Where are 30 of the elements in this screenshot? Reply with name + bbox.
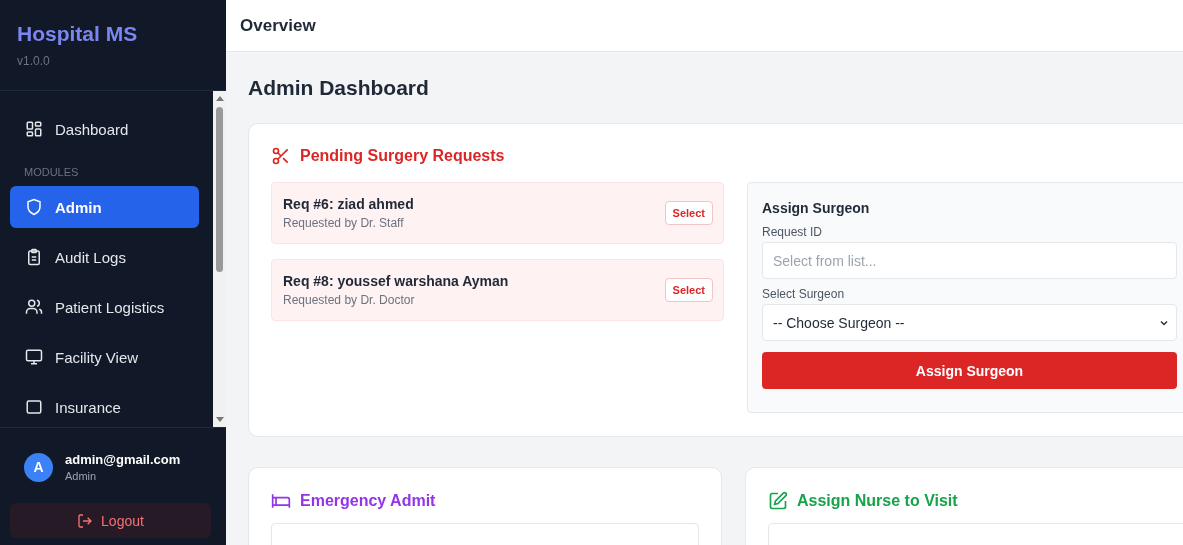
logout-button[interactable]: Logout [10,503,211,538]
assign-surgeon-button[interactable]: Assign Surgeon [762,352,1177,389]
request-subtitle: Requested by Dr. Staff [283,216,405,230]
request-id-field[interactable]: Select from list... [762,242,1177,279]
select-button[interactable]: Select [664,278,713,302]
version-label: v1.0.0 [17,54,51,68]
select-button[interactable]: Select [664,201,713,225]
user-email: admin@gmail.com [65,452,181,467]
card-title: Pending Surgery Requests [300,147,505,165]
page-title: Admin Dashboard [248,76,430,101]
user-role: Admin [65,470,98,482]
app-title: Hospital MS [17,22,139,46]
field-label: Request ID [762,225,824,239]
section-label: MODULES [23,165,80,178]
nav-item[interactable]: Patient Logistics [10,286,199,328]
request-subtitle: Requested by Dr. Doctor [283,293,416,307]
card-title: Emergency Admit [300,492,436,510]
card-title: Assign Nurse to Visit [797,492,958,510]
nav-item[interactable]: Facility View [10,336,199,378]
panel-title: Assign Surgeon [762,200,871,216]
nav-item[interactable]: Dashboard [10,108,199,150]
nav-item[interactable]: Audit Logs [10,236,199,278]
request-title: Req #8: youssef warshana Ayman [283,273,509,289]
nav-item[interactable]: Admin [10,186,199,228]
page-header-title: Overview [240,15,316,36]
surgeon-dropdown[interactable]: -- Choose Surgeon -- [762,304,1177,341]
request-title: Req #6: ziad ahmed [283,196,414,212]
avatar: A [24,452,53,482]
nav-item[interactable]: Insurance [10,386,199,427]
field-label: Select Surgeon [762,287,846,301]
